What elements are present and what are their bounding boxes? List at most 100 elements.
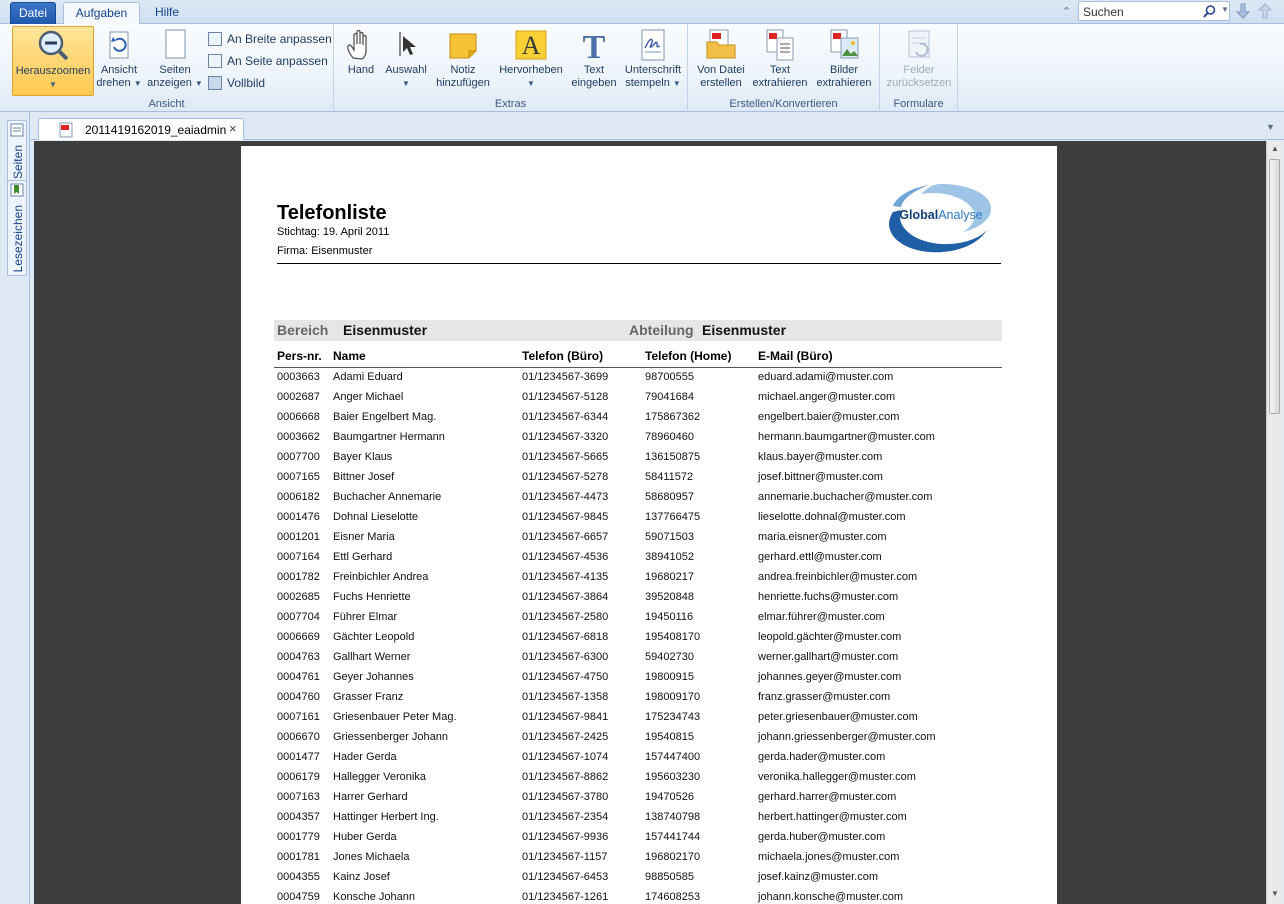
- ribbon: Herauszoomen ▼ Ansicht drehen ▼ Seiten a…: [0, 24, 1284, 112]
- table-cell: 01/1234567-6344: [522, 411, 609, 423]
- table-cell: 98700555: [645, 371, 694, 383]
- table-cell: Fuchs Henriette: [333, 591, 411, 603]
- report-title: Telefonliste: [277, 202, 387, 224]
- table-row: 0006669 Gächter Leopold 01/1234567-6818 195…: [274, 628, 1002, 648]
- search-input[interactable]: [1083, 4, 1201, 19]
- tab-aufgaben[interactable]: Aufgaben: [63, 2, 140, 25]
- table-cell: peter.griesenbauer@muster.com: [758, 711, 918, 723]
- table-cell: josef.kainz@muster.com: [758, 871, 878, 883]
- table-cell: 0007700: [277, 451, 320, 463]
- scroll-up-icon[interactable]: ▲: [1271, 144, 1279, 153]
- create-from-file-button[interactable]: Von Datei erstellen: [692, 26, 750, 96]
- report-company: Firma: Eisenmuster: [277, 245, 373, 257]
- close-tab-icon[interactable]: ×: [229, 121, 237, 136]
- select-tool-button[interactable]: Auswahl ▼: [382, 26, 430, 96]
- rotate-label-2-text: drehen: [96, 77, 131, 89]
- enter-text-button[interactable]: T Text eingeben: [568, 26, 620, 96]
- text-label-1: Text: [583, 64, 605, 76]
- table-cell: Bayer Klaus: [333, 451, 393, 463]
- table-cell: 0007704: [277, 611, 320, 623]
- tab-hilfe[interactable]: Hilfe: [144, 2, 190, 24]
- pages-panel-icon: [10, 123, 24, 137]
- table-cell: johann.griessenberger@muster.com: [758, 731, 936, 743]
- show-pages-button[interactable]: Seiten anzeigen ▼: [146, 26, 204, 96]
- table-cell: 59402730: [645, 651, 694, 663]
- table-cell: Huber Gerda: [333, 831, 397, 843]
- extract-images-button[interactable]: Bilder extrahieren: [812, 26, 876, 96]
- pages-panel-label: Seiten: [11, 145, 25, 180]
- pdf-folder-icon: [706, 29, 736, 59]
- table-row: 0006668 Baier Engelbert Mag. 01/1234567-63…: [274, 408, 1002, 428]
- hand-icon: [347, 29, 367, 60]
- add-note-button[interactable]: Notiz hinzufügen: [432, 26, 494, 96]
- search-dropdown-icon[interactable]: ▼: [1221, 5, 1229, 14]
- select-cursor-icon: [399, 32, 416, 56]
- table-cell: engelbert.baier@muster.com: [758, 411, 900, 423]
- highlight-button[interactable]: A Hervorheben ▼: [496, 26, 566, 96]
- sticky-note-icon: [449, 33, 477, 59]
- table-cell: 01/1234567-5128: [522, 391, 609, 403]
- table-cell: 79041684: [645, 391, 694, 403]
- table-cell: 0007163: [277, 791, 320, 803]
- tab-list-dropdown-icon[interactable]: ▼: [1266, 122, 1275, 132]
- table-cell: 0007165: [277, 471, 320, 483]
- hand-tool-button[interactable]: Hand: [342, 26, 380, 96]
- table-cell: 01/1234567-4135: [522, 571, 609, 583]
- table-cell: 01/1234567-1358: [522, 691, 609, 703]
- search-icon[interactable]: [1203, 5, 1216, 18]
- signature-stamp-button[interactable]: Unterschrift stempeln ▼: [622, 26, 684, 96]
- fit-width-button[interactable]: An Breite anpassen: [208, 30, 332, 50]
- table-row: 0006670 Griessenberger Johann 01/1234567-2…: [274, 728, 1002, 748]
- table-cell: 01/1234567-9845: [522, 511, 609, 523]
- table-cell: Gallhart Werner: [333, 651, 411, 663]
- fit-page-label: An Seite anpassen: [227, 54, 328, 68]
- table-cell: lieselotte.dohnal@muster.com: [758, 511, 906, 523]
- table-cell: 01/1234567-4473: [522, 491, 609, 503]
- collapse-ribbon-icon[interactable]: ⌃: [1062, 5, 1071, 18]
- fullscreen-button[interactable]: Vollbild: [208, 74, 265, 94]
- table-cell: leopold.gächter@muster.com: [758, 631, 902, 643]
- table-row: 0003662 Baumgartner Hermann 01/1234567-332…: [274, 428, 1002, 448]
- table-cell: 0007161: [277, 711, 320, 723]
- table-row: 0006179 Hallegger Veronika 01/1234567-8862…: [274, 768, 1002, 788]
- rotate-view-button[interactable]: Ansicht drehen ▼: [96, 26, 142, 96]
- tab-datei[interactable]: Datei: [10, 2, 56, 24]
- table-cell: 01/1234567-6818: [522, 631, 609, 643]
- fit-page-icon: [208, 54, 222, 68]
- extract-text-label-2: extrahieren: [752, 77, 808, 89]
- table-cell: Hader Gerda: [333, 751, 397, 763]
- zoom-out-button[interactable]: Herauszoomen ▼: [12, 26, 94, 96]
- table-cell: 01/1234567-3780: [522, 791, 609, 803]
- extract-images-label-1: Bilder: [829, 64, 859, 76]
- scroll-thumb[interactable]: [1269, 159, 1280, 414]
- document-tab-title: 2011419162019_eaiadmin: [85, 123, 227, 137]
- arrow-down-icon[interactable]: [1236, 3, 1250, 19]
- bookmarks-panel-tab[interactable]: Lesezeichen: [7, 180, 27, 276]
- table-cell: Führer Elmar: [333, 611, 398, 623]
- group-ansicht: Herauszoomen ▼ Ansicht drehen ▼ Seiten a…: [0, 24, 334, 112]
- extract-text-button[interactable]: Text extrahieren: [752, 26, 808, 96]
- highlight-icon: A: [515, 30, 547, 60]
- table-cell: 195603230: [645, 771, 701, 783]
- fit-page-button[interactable]: An Seite anpassen: [208, 52, 328, 72]
- table-cell: 01/1234567-5665: [522, 451, 609, 463]
- table-cell: 0001476: [277, 511, 320, 523]
- table-cell: Anger Michael: [333, 391, 404, 403]
- table-row: 0004760 Grasser Franz 01/1234567-1358 19800…: [274, 688, 1002, 708]
- table-cell: johann.konsche@muster.com: [758, 891, 904, 903]
- table-row: 0007704 Führer Elmar 01/1234567-2580 194501…: [274, 608, 1002, 628]
- table-cell: 137766475: [645, 511, 701, 523]
- arrow-up-icon[interactable]: [1258, 3, 1272, 19]
- table-cell: 174608253: [645, 891, 701, 903]
- column-header: Telefon (Home): [645, 349, 732, 363]
- pages-panel-tab[interactable]: Seiten: [7, 120, 27, 182]
- table-cell: 01/1234567-4536: [522, 551, 609, 563]
- table-cell: 01/1234567-2425: [522, 731, 609, 743]
- reset-fields-button[interactable]: Felder zurücksetzen: [884, 26, 954, 96]
- table-cell: 19470526: [645, 791, 694, 803]
- signature-label-2-text: stempeln: [625, 77, 670, 89]
- scroll-down-icon[interactable]: ▼: [1271, 889, 1279, 898]
- table-cell: 01/1234567-6300: [522, 651, 609, 663]
- vertical-scrollbar[interactable]: ▲ ▼: [1266, 141, 1282, 904]
- document-tab[interactable]: 2011419162019_eaiadmin ×: [38, 118, 244, 140]
